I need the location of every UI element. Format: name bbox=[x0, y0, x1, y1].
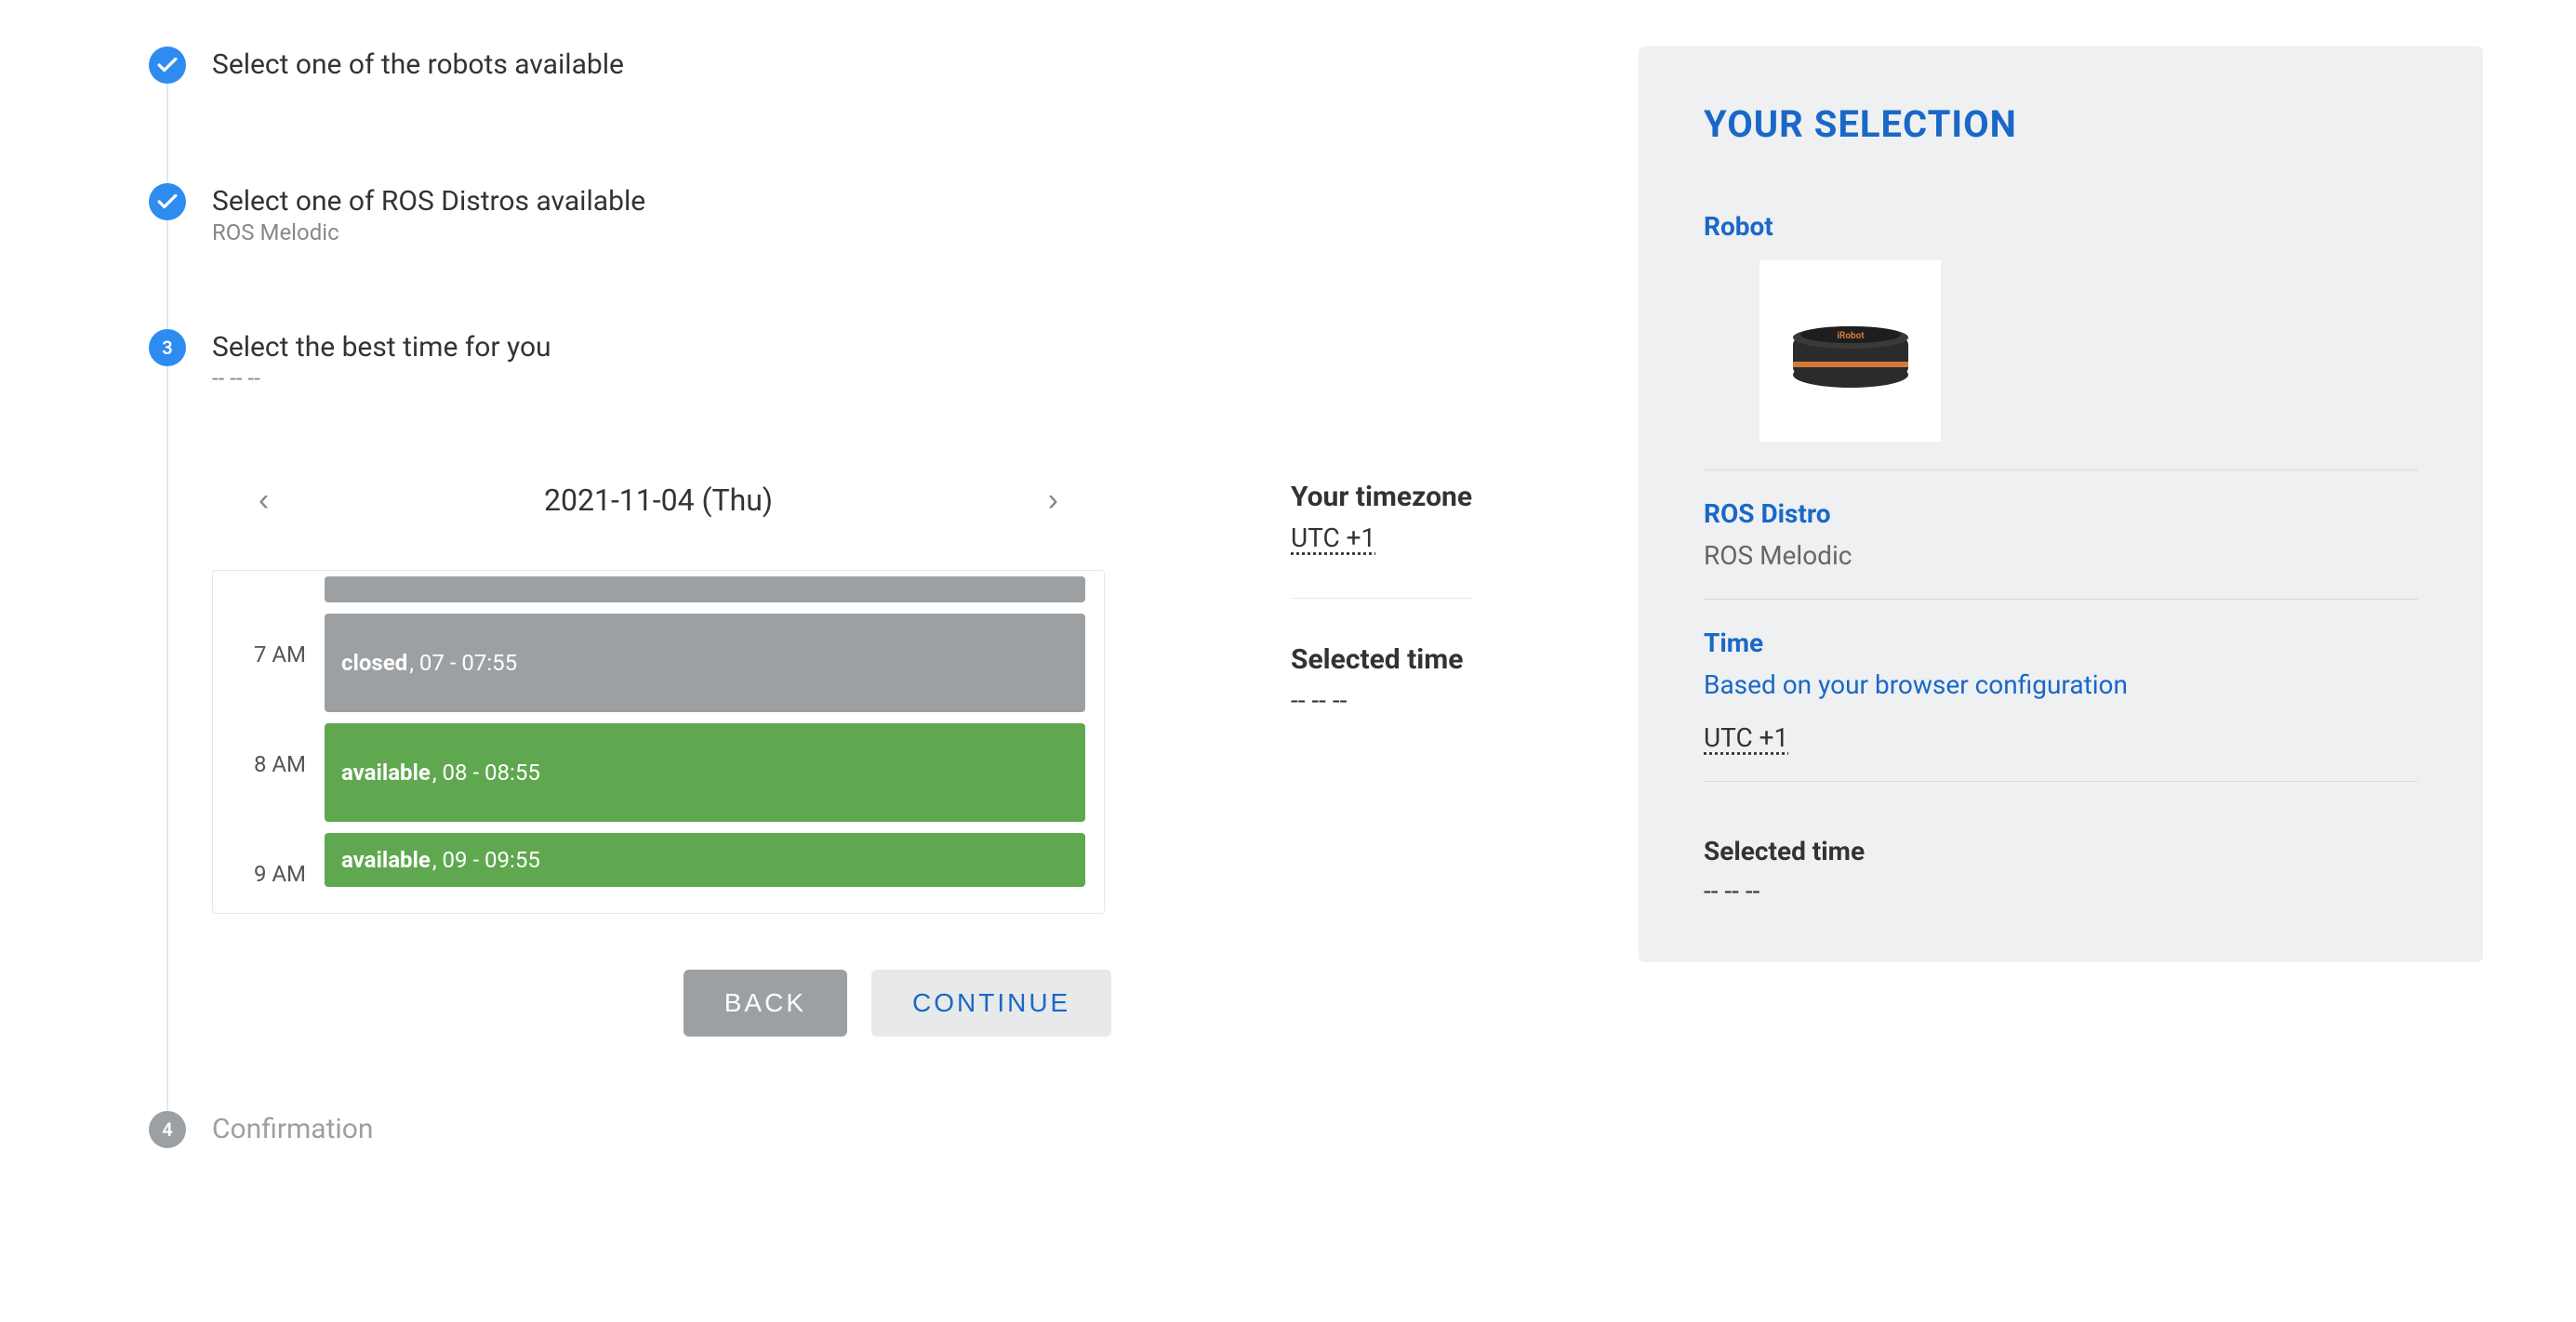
step-3-title: Select the best time for you bbox=[212, 331, 1583, 364]
step-1: Select one of the robots available bbox=[149, 46, 1583, 183]
sidebar-time-utc[interactable]: UTC +1 bbox=[1704, 722, 2418, 753]
robot-icon: iRobot bbox=[1781, 310, 1920, 393]
continue-button[interactable]: CONTINUE bbox=[871, 970, 1111, 1037]
step-3: 3 Select the best time for you -- -- -- … bbox=[149, 329, 1583, 1111]
date-nav: ‹ 2021-11-04 (Thu) › bbox=[212, 475, 1105, 525]
robot-image: iRobot bbox=[1759, 260, 1941, 442]
time-slot-available-9[interactable]: available, 09 - 09:55 bbox=[325, 833, 1085, 887]
back-button[interactable]: BACK bbox=[684, 970, 847, 1037]
svg-text:iRobot: iRobot bbox=[1837, 331, 1865, 341]
step-1-title: Select one of the robots available bbox=[212, 48, 1583, 81]
selected-time-value: -- -- -- bbox=[1291, 685, 1472, 716]
check-icon bbox=[157, 194, 178, 209]
step-2-title: Select one of ROS Distros available bbox=[212, 185, 1583, 218]
sidebar-title: YOUR SELECTION bbox=[1704, 102, 2418, 146]
sidebar-time-label: Time bbox=[1704, 628, 2418, 658]
time-slot-closed-7: closed, 07 - 07:55 bbox=[325, 614, 1085, 712]
check-icon bbox=[157, 58, 178, 73]
step-3-sub: -- -- -- bbox=[212, 365, 1583, 391]
step-4-badge: 4 bbox=[149, 1111, 186, 1148]
sidebar-distro-label: ROS Distro bbox=[1704, 498, 2418, 529]
schedule-hour-8: 8 AM bbox=[213, 718, 325, 827]
sidebar-time-hint: Based on your browser configuration bbox=[1704, 669, 2418, 700]
timezone-value[interactable]: UTC +1 bbox=[1291, 522, 1472, 553]
sidebar-seltime-label: Selected time bbox=[1704, 836, 2418, 866]
timezone-heading: Your timezone bbox=[1291, 481, 1472, 513]
date-label: 2021-11-04 (Thu) bbox=[544, 483, 773, 518]
sidebar-distro-value: ROS Melodic bbox=[1704, 540, 2418, 571]
step-4-title: Confirmation bbox=[212, 1113, 1583, 1145]
time-slot-closed-partial bbox=[325, 576, 1085, 602]
step-2-sub: ROS Melodic bbox=[212, 219, 1583, 245]
selected-time-heading: Selected time bbox=[1291, 643, 1472, 676]
step-2: Select one of ROS Distros available ROS … bbox=[149, 183, 1583, 329]
selection-sidebar: YOUR SELECTION Robot iRobot ROS Distro R… bbox=[1639, 46, 2483, 962]
sidebar-seltime-value: -- -- -- bbox=[1704, 876, 2418, 906]
schedule[interactable]: 7 AM closed, 07 - 07:55 8 AM bbox=[212, 570, 1105, 914]
prev-day-button[interactable]: ‹ bbox=[249, 475, 278, 525]
step-2-badge bbox=[149, 183, 186, 220]
time-slot-available-8[interactable]: available, 08 - 08:55 bbox=[325, 723, 1085, 822]
step-3-badge: 3 bbox=[149, 329, 186, 366]
step-1-badge bbox=[149, 46, 186, 84]
schedule-hour-7: 7 AM bbox=[213, 608, 325, 718]
step-4: 4 Confirmation bbox=[149, 1111, 1583, 1148]
next-day-button[interactable]: › bbox=[1039, 475, 1068, 525]
sidebar-robot-label: Robot bbox=[1704, 211, 2418, 242]
schedule-hour-9: 9 AM bbox=[213, 827, 325, 892]
